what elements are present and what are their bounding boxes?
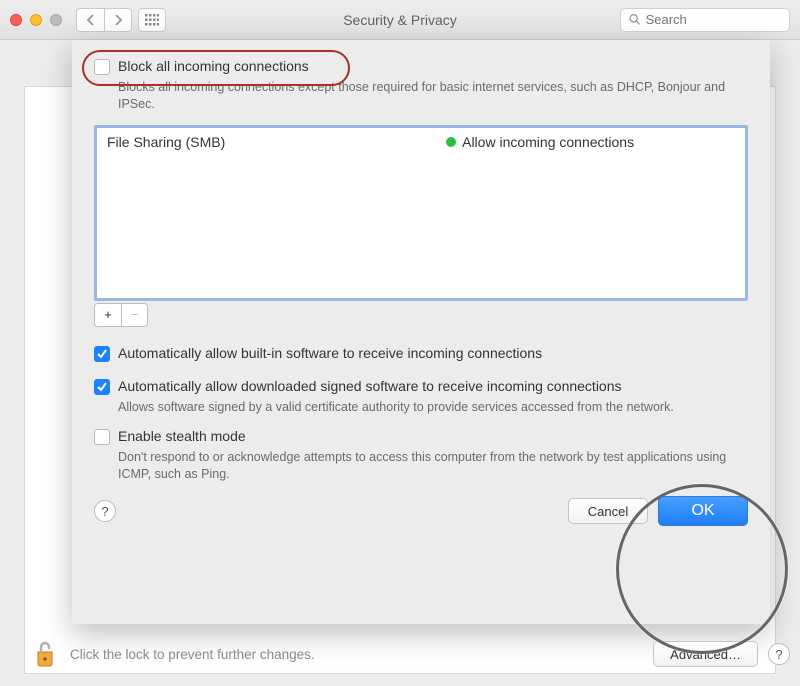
auto-signed-checkbox[interactable] xyxy=(94,379,110,395)
search-icon xyxy=(629,13,641,26)
window-controls xyxy=(10,14,62,26)
plus-icon: + xyxy=(104,307,112,322)
search-input[interactable] xyxy=(646,12,781,27)
minus-icon: − xyxy=(131,307,139,322)
search-field-wrap[interactable] xyxy=(620,8,790,32)
chevron-right-icon xyxy=(113,14,123,26)
lock-text: Click the lock to prevent further change… xyxy=(70,647,653,662)
status-dot-icon xyxy=(446,137,456,147)
add-app-button[interactable]: + xyxy=(95,304,121,326)
list-item-status: Allow incoming connections xyxy=(462,134,634,150)
prefs-help-button[interactable]: ? xyxy=(768,643,790,665)
block-all-checkbox[interactable] xyxy=(94,59,110,75)
stealth-checkbox[interactable] xyxy=(94,429,110,445)
forward-button[interactable] xyxy=(104,8,132,32)
titlebar: Security & Privacy xyxy=(0,0,800,40)
show-all-prefs-button[interactable] xyxy=(138,8,166,32)
auto-signed-label: Automatically allow downloaded signed so… xyxy=(118,378,622,394)
stealth-label: Enable stealth mode xyxy=(118,428,246,444)
lock-icon[interactable] xyxy=(34,639,56,670)
zoom-window-icon xyxy=(50,14,62,26)
remove-app-button[interactable]: − xyxy=(121,304,147,326)
firewall-options-sheet: Block all incoming connections Blocks al… xyxy=(72,40,770,624)
block-all-label: Block all incoming connections xyxy=(118,58,309,74)
back-button[interactable] xyxy=(76,8,104,32)
close-window-icon[interactable] xyxy=(10,14,22,26)
ok-button[interactable]: OK xyxy=(658,496,748,526)
chevron-left-icon xyxy=(86,14,96,26)
help-button[interactable]: ? xyxy=(94,500,116,522)
cancel-button[interactable]: Cancel xyxy=(568,498,648,524)
block-all-desc: Blocks all incoming connections except t… xyxy=(118,79,748,113)
grid-icon xyxy=(145,14,159,26)
list-item-app: File Sharing (SMB) xyxy=(107,134,446,150)
auto-builtin-checkbox[interactable] xyxy=(94,346,110,362)
auto-builtin-label: Automatically allow built-in software to… xyxy=(118,345,542,361)
list-item-status-wrap[interactable]: Allow incoming connections xyxy=(446,134,634,150)
minimize-window-icon[interactable] xyxy=(30,14,42,26)
stealth-desc: Don't respond to or acknowledge attempts… xyxy=(118,449,748,483)
bottom-bar: Click the lock to prevent further change… xyxy=(10,632,790,676)
firewall-app-list[interactable]: File Sharing (SMB) Allow incoming connec… xyxy=(94,125,748,301)
list-item[interactable]: File Sharing (SMB) Allow incoming connec… xyxy=(107,134,735,150)
advanced-button[interactable]: Advanced… xyxy=(653,641,758,667)
auto-signed-desc: Allows software signed by a valid certif… xyxy=(118,399,748,416)
